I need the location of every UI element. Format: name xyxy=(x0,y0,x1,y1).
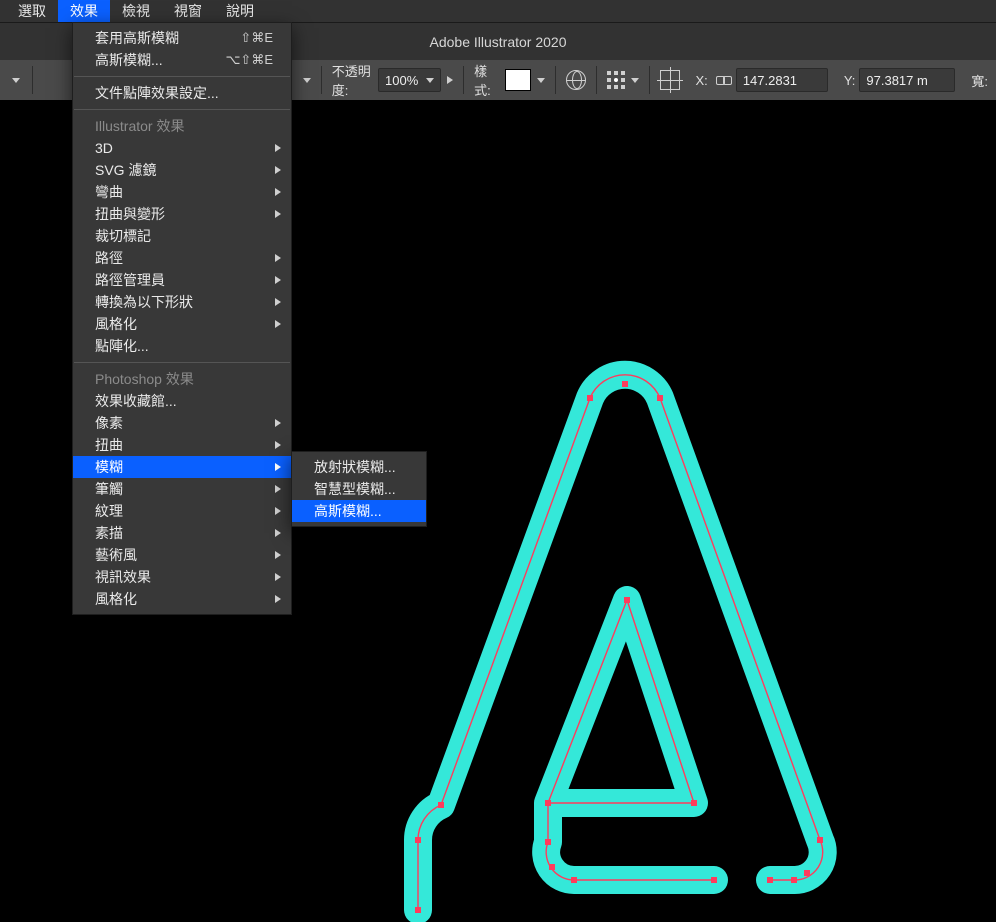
ai-effect-3[interactable]: 扭曲與變形 xyxy=(73,203,291,225)
menu-last-effect[interactable]: 高斯模糊... ⌥⇧⌘E xyxy=(73,49,291,71)
ai-effect-8[interactable]: 風格化 xyxy=(73,313,291,335)
opacity-label: 不透明度: xyxy=(332,61,374,99)
menu-help[interactable]: 說明 xyxy=(214,0,266,23)
ps-effect-7[interactable]: 藝術風 xyxy=(73,544,291,566)
w-label: 寬: xyxy=(971,71,988,90)
link-xy-icon[interactable] xyxy=(716,73,732,87)
ps-effect-6[interactable]: 素描 xyxy=(73,522,291,544)
blur-sub-1[interactable]: 智慧型模糊... xyxy=(292,478,426,500)
ai-effect-1[interactable]: SVG 濾鏡 xyxy=(73,159,291,181)
style-swatch[interactable] xyxy=(505,69,531,91)
ai-effect-5[interactable]: 路徑 xyxy=(73,247,291,269)
blur-submenu: 放射狀模糊...智慧型模糊...高斯模糊... xyxy=(291,451,427,527)
blur-sub-2[interactable]: 高斯模糊... xyxy=(292,500,426,522)
menubar: 選取 效果 檢視 視窗 說明 xyxy=(0,0,996,22)
effect-menu: 套用高斯模糊 ⇧⌘E 高斯模糊... ⌥⇧⌘E 文件點陣效果設定... Illu… xyxy=(72,22,292,615)
ai-effect-2[interactable]: 彎曲 xyxy=(73,181,291,203)
align-dropdown-icon[interactable] xyxy=(631,78,639,83)
menu-effect[interactable]: 效果 xyxy=(58,0,110,23)
menu-doc-raster-settings[interactable]: 文件點陣效果設定... xyxy=(73,82,291,104)
app-title: Adobe Illustrator 2020 xyxy=(430,34,567,50)
menu-window[interactable]: 視窗 xyxy=(162,0,214,23)
ps-effect-0[interactable]: 效果收藏館... xyxy=(73,390,291,412)
style-dropdown-icon[interactable] xyxy=(537,78,545,83)
ps-effect-8[interactable]: 視訊效果 xyxy=(73,566,291,588)
ps-effect-4[interactable]: 筆觸 xyxy=(73,478,291,500)
header-photoshop-effects: Photoshop 效果 xyxy=(73,368,291,390)
align-grid-icon[interactable] xyxy=(607,71,625,89)
menu-view[interactable]: 檢視 xyxy=(110,0,162,23)
ai-effect-6[interactable]: 路徑管理員 xyxy=(73,269,291,291)
ps-effect-1[interactable]: 像素 xyxy=(73,412,291,434)
menu-select[interactable]: 選取 xyxy=(6,0,58,23)
y-label: Y: xyxy=(844,73,856,88)
style-label: 樣式: xyxy=(474,61,499,99)
blur-sub-0[interactable]: 放射狀模糊... xyxy=(292,456,426,478)
ps-effect-2[interactable]: 扭曲 xyxy=(73,434,291,456)
doc-list-dropdown[interactable] xyxy=(12,78,20,83)
x-label: X: xyxy=(696,73,708,88)
x-field[interactable]: 147.2831 xyxy=(736,68,828,92)
transform-ref-icon[interactable] xyxy=(660,70,680,90)
ai-effect-4[interactable]: 裁切標記 xyxy=(73,225,291,247)
y-field[interactable]: 97.3817 m xyxy=(859,68,955,92)
ps-effect-5[interactable]: 紋理 xyxy=(73,500,291,522)
stroke-dropdown-icon[interactable] xyxy=(303,78,311,83)
ai-effect-0[interactable]: 3D xyxy=(73,137,291,159)
ai-effect-9[interactable]: 點陣化... xyxy=(73,335,291,357)
ps-effect-3[interactable]: 模糊 xyxy=(73,456,291,478)
recolor-icon[interactable] xyxy=(566,70,586,90)
menu-apply-last[interactable]: 套用高斯模糊 ⇧⌘E xyxy=(73,27,291,49)
opacity-field[interactable]: 100% xyxy=(378,68,441,92)
header-illustrator-effects: Illustrator 效果 xyxy=(73,115,291,137)
opacity-flyout-icon[interactable] xyxy=(447,76,453,84)
ai-effect-7[interactable]: 轉換為以下形狀 xyxy=(73,291,291,313)
ps-effect-9[interactable]: 風格化 xyxy=(73,588,291,610)
